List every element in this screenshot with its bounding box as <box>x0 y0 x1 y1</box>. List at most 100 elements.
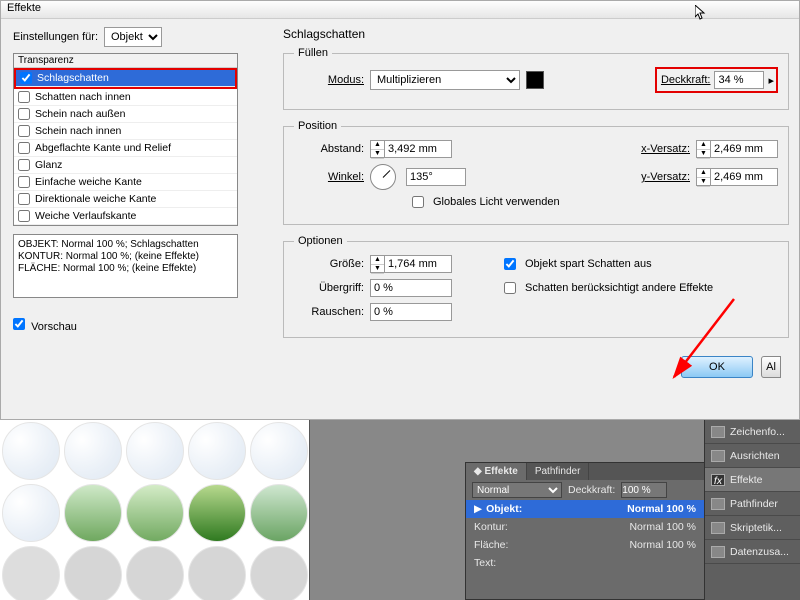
summary-line: FLÄCHE: Normal 100 %; (keine Effekte) <box>18 263 233 275</box>
effect-row[interactable]: Einfache weiche Kante <box>14 174 237 191</box>
effect-checkbox[interactable] <box>20 72 32 84</box>
panel-icon <box>711 426 725 438</box>
panel-icon <box>711 546 725 558</box>
other-effects-checkbox[interactable] <box>504 282 516 294</box>
effect-row[interactable]: Schein nach innen <box>14 123 237 140</box>
spread-label: Übergriff: <box>294 282 364 294</box>
fill-fieldset: Füllen Modus: Multiplizieren Deckkraft: … <box>283 47 789 110</box>
panel-icon <box>711 522 725 534</box>
summary-line: OBJEKT: Normal 100 %; Schlagschatten <box>18 239 233 251</box>
panel-tab-pathfinder[interactable]: Pathfinder <box>527 463 590 480</box>
effect-checkbox[interactable] <box>18 210 30 222</box>
effect-row[interactable]: Schlagschatten <box>16 70 235 87</box>
distance-spinner[interactable]: ▲▼ <box>370 140 452 158</box>
cancel-button[interactable]: Al <box>761 356 781 378</box>
preview-checkbox[interactable] <box>13 318 25 330</box>
effects-list-header: Transparenz <box>14 54 237 68</box>
effect-checkbox[interactable] <box>18 193 30 205</box>
dialog-title: Effekte <box>7 2 41 14</box>
panel-icon <box>711 450 725 462</box>
noise-input[interactable] <box>370 303 452 321</box>
panel-item[interactable]: Datenzusa... <box>705 540 800 564</box>
size-spinner[interactable]: ▲▼ <box>370 255 452 273</box>
panel-opacity-label: Deckkraft: <box>568 484 615 496</box>
dialog-titlebar[interactable]: Effekte <box>1 1 799 19</box>
options-legend: Optionen <box>294 235 347 247</box>
summary-line: KONTUR: Normal 100 %; (keine Effekte) <box>18 251 233 263</box>
effect-checkbox[interactable] <box>18 142 30 154</box>
angle-label: Winkel: <box>294 171 364 183</box>
shadow-color-swatch[interactable] <box>526 71 544 89</box>
effect-row[interactable]: Direktionale weiche Kante <box>14 191 237 208</box>
mode-label: Modus: <box>294 74 364 86</box>
angle-input[interactable] <box>406 168 466 186</box>
panel-list-row[interactable]: Fläche:Normal 100 % <box>466 536 704 554</box>
panel-item[interactable]: Pathfinder <box>705 492 800 516</box>
document-view[interactable] <box>0 420 310 600</box>
settings-for-label: Einstellungen für: <box>13 31 98 43</box>
fill-legend: Füllen <box>294 47 332 59</box>
effects-summary: OBJEKT: Normal 100 %; Schlagschatten KON… <box>13 234 238 298</box>
opacity-label: Deckkraft: <box>661 74 711 86</box>
effect-label: Schatten nach innen <box>35 91 131 103</box>
panel-tab-effects[interactable]: ◆ Effekte <box>466 463 527 480</box>
panel-blend-select[interactable]: Normal <box>472 482 562 498</box>
effect-checkbox[interactable] <box>18 125 30 137</box>
panel-dock: Zeichenfo... Ausrichten fxEffekte Pathfi… <box>704 420 800 600</box>
global-light-checkbox[interactable] <box>412 196 424 208</box>
effect-label: Schein nach innen <box>35 125 121 137</box>
panel-icon <box>711 498 725 510</box>
knockout-label: Objekt spart Schatten aus <box>525 258 652 270</box>
ok-button[interactable]: OK <box>681 356 753 378</box>
effect-checkbox[interactable] <box>18 91 30 103</box>
blend-mode-select[interactable]: Multiplizieren <box>370 70 520 90</box>
effect-label: Glanz <box>35 159 62 171</box>
effect-checkbox[interactable] <box>18 108 30 120</box>
effect-row[interactable]: Weiche Verlaufskante <box>14 208 237 225</box>
size-input[interactable] <box>385 256 451 272</box>
opacity-input[interactable] <box>714 71 764 89</box>
knockout-checkbox[interactable] <box>504 258 516 270</box>
effect-label: Direktionale weiche Kante <box>35 193 156 205</box>
effect-label: Weiche Verlaufskante <box>35 210 136 222</box>
preview-label: Vorschau <box>31 321 77 333</box>
panel-opacity-input[interactable] <box>621 482 667 498</box>
spread-input[interactable] <box>370 279 452 297</box>
y-offset-label: y-Versatz: <box>610 171 690 183</box>
effect-label: Abgeflachte Kante und Relief <box>35 142 171 154</box>
panel-item[interactable]: fxEffekte <box>705 468 800 492</box>
panel-list-row[interactable]: Text: <box>466 554 704 572</box>
effect-checkbox[interactable] <box>18 159 30 171</box>
effect-row[interactable]: Abgeflachte Kante und Relief <box>14 140 237 157</box>
y-offset-input[interactable] <box>711 169 777 185</box>
panel-list-row[interactable]: Kontur:Normal 100 % <box>466 518 704 536</box>
effect-checkbox[interactable] <box>18 176 30 188</box>
distance-input[interactable] <box>385 141 451 157</box>
y-offset-spinner[interactable]: ▲▼ <box>696 168 778 186</box>
effects-panel[interactable]: ◆ Effekte Pathfinder Normal Deckkraft: ▶… <box>465 462 705 600</box>
dropdown-icon[interactable]: ▸ <box>768 74 774 87</box>
distance-label: Abstand: <box>294 143 364 155</box>
x-offset-input[interactable] <box>711 141 777 157</box>
options-fieldset: Optionen Größe: ▲▼ Objekt spart Schatten… <box>283 235 789 338</box>
panel-list-row[interactable]: ▶Objekt:Normal 100 % <box>466 500 704 518</box>
fx-icon: fx <box>711 474 725 486</box>
panel-item[interactable]: Skriptetik... <box>705 516 800 540</box>
x-offset-spinner[interactable]: ▲▼ <box>696 140 778 158</box>
effects-list: Transparenz Schlagschatten Schatten nach… <box>13 53 238 226</box>
other-effects-label: Schatten berücksichtigt andere Effekte <box>525 282 713 294</box>
panel-item[interactable]: Ausrichten <box>705 444 800 468</box>
global-light-label: Globales Licht verwenden <box>433 196 560 208</box>
effect-row[interactable]: Schatten nach innen <box>14 89 237 106</box>
settings-for-select[interactable]: Objekt <box>104 27 162 47</box>
panel-item[interactable]: Zeichenfo... <box>705 420 800 444</box>
x-offset-label: x-Versatz: <box>610 143 690 155</box>
section-title: Schlagschatten <box>283 27 789 41</box>
effect-label: Einfache weiche Kante <box>35 176 142 188</box>
angle-dial[interactable] <box>370 164 396 190</box>
position-legend: Position <box>294 120 341 132</box>
effects-dialog: Effekte Einstellungen für: Objekt Transp… <box>0 0 800 420</box>
effect-row[interactable]: Schein nach außen <box>14 106 237 123</box>
noise-label: Rauschen: <box>294 306 364 318</box>
effect-row[interactable]: Glanz <box>14 157 237 174</box>
